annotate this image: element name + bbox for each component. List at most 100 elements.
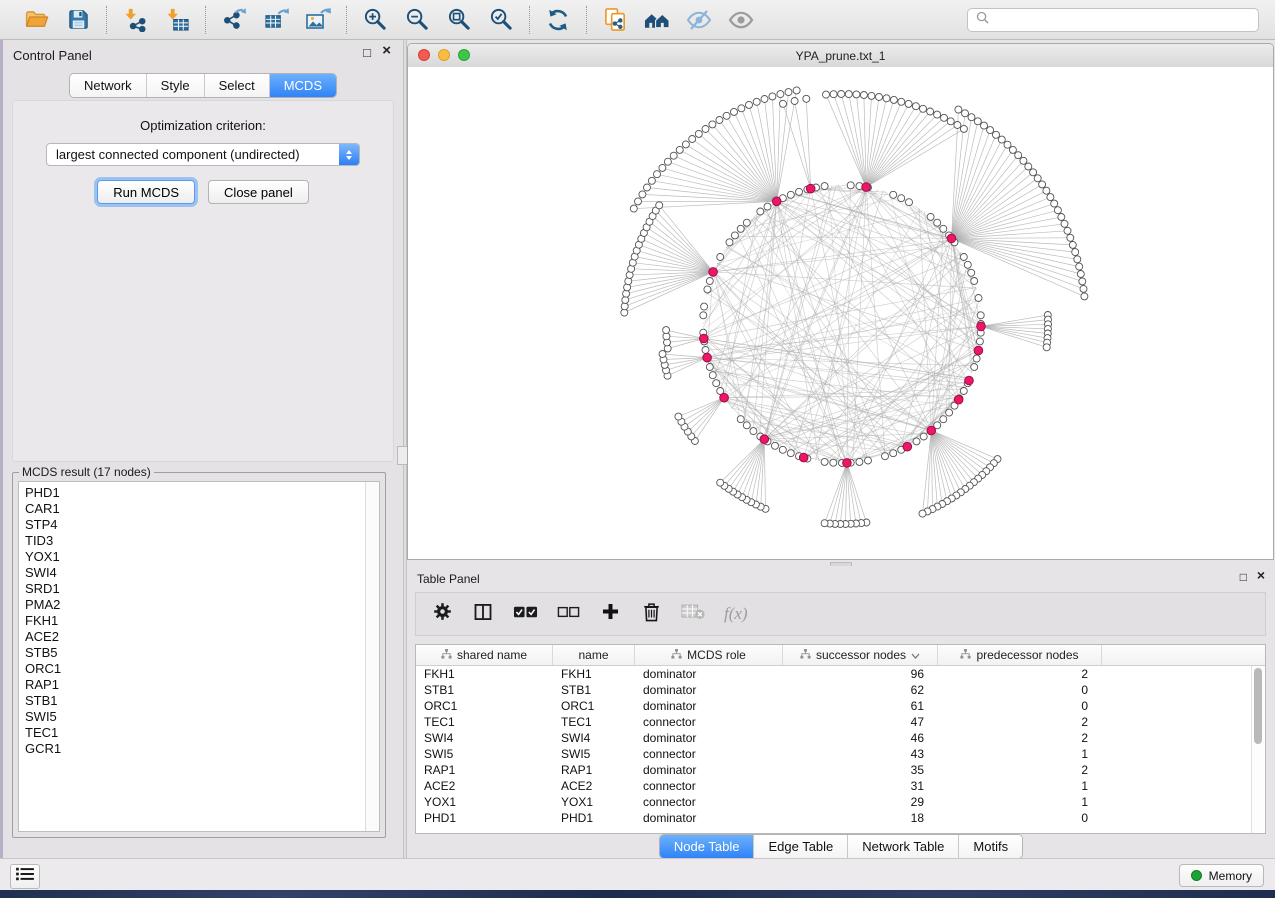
graph-leaf-node[interactable] <box>656 202 663 209</box>
graph-leaf-node[interactable] <box>883 95 890 102</box>
graph-leaf-node[interactable] <box>1074 256 1081 263</box>
graph-leaf-node[interactable] <box>1064 227 1071 234</box>
graph-leaf-node[interactable] <box>731 108 738 115</box>
table-row[interactable]: FKH1FKH1dominator962 <box>416 666 1252 682</box>
graph-leaf-node[interactable] <box>769 93 776 100</box>
graph-leaf-node[interactable] <box>1080 285 1087 292</box>
graph-leaf-node[interactable] <box>934 111 941 118</box>
graph-node[interactable] <box>973 355 980 362</box>
graph-leaf-node[interactable] <box>993 131 1000 138</box>
export-network-button[interactable] <box>217 4 251 36</box>
graph-leaf-node[interactable] <box>962 110 969 117</box>
graph-leaf-node[interactable] <box>1079 278 1086 285</box>
graph-leaf-node[interactable] <box>1081 293 1088 300</box>
graph-mcds-hub-node[interactable] <box>843 459 852 468</box>
graph-leaf-node[interactable] <box>868 92 875 99</box>
graph-leaf-node[interactable] <box>941 114 948 121</box>
graph-leaf-node[interactable] <box>1076 263 1083 270</box>
graph-node[interactable] <box>821 183 828 190</box>
graph-node[interactable] <box>717 254 724 261</box>
graph-leaf-node[interactable] <box>644 184 651 191</box>
graph-node[interactable] <box>890 450 897 457</box>
mcds-result-item[interactable]: PMA2 <box>25 597 365 613</box>
network-graph-svg[interactable] <box>408 67 1273 559</box>
graph-leaf-node[interactable] <box>803 95 810 102</box>
graph-leaf-node[interactable] <box>845 91 852 98</box>
select-all-rows-button[interactable] <box>513 599 538 629</box>
graph-node[interactable] <box>702 347 709 354</box>
tab-network-table[interactable]: Network Table <box>847 835 958 858</box>
graph-leaf-node[interactable] <box>777 91 784 98</box>
import-table-button[interactable] <box>160 4 194 36</box>
graph-leaf-node[interactable] <box>860 92 867 99</box>
graph-leaf-node[interactable] <box>1058 214 1065 221</box>
graph-leaf-node[interactable] <box>830 91 837 98</box>
graph-leaf-node[interactable] <box>630 205 637 212</box>
column-header-MCDS-role[interactable]: MCDS role <box>635 645 783 665</box>
graph-leaf-node[interactable] <box>780 100 787 107</box>
graph-node[interactable] <box>743 219 750 226</box>
graph-node[interactable] <box>796 188 803 195</box>
graph-node[interactable] <box>971 278 978 285</box>
graph-mcds-hub-node[interactable] <box>806 184 815 193</box>
export-image-button[interactable] <box>301 4 335 36</box>
memory-button[interactable]: Memory <box>1179 864 1264 887</box>
mcds-result-item[interactable]: STP4 <box>25 517 365 533</box>
tab-motifs[interactable]: Motifs <box>958 835 1022 858</box>
tab-network[interactable]: Network <box>70 74 146 97</box>
graph-leaf-node[interactable] <box>905 100 912 107</box>
mcds-result-item[interactable]: TID3 <box>25 533 365 549</box>
graph-mcds-hub-node[interactable] <box>799 453 808 462</box>
graph-leaf-node[interactable] <box>1043 344 1050 351</box>
graph-leaf-node[interactable] <box>821 520 828 527</box>
tab-mcds[interactable]: MCDS <box>269 74 336 97</box>
graph-leaf-node[interactable] <box>947 118 954 125</box>
graph-node[interactable] <box>971 364 978 371</box>
graph-leaf-node[interactable] <box>968 114 975 121</box>
graph-node[interactable] <box>787 450 794 457</box>
float-table-panel-icon[interactable]: □ <box>1240 570 1247 584</box>
graph-node[interactable] <box>700 312 707 319</box>
graph-leaf-node[interactable] <box>1034 175 1041 182</box>
table-row[interactable]: PHD1PHD1dominator180 <box>416 810 1252 826</box>
graph-node[interactable] <box>737 225 744 232</box>
graph-node[interactable] <box>977 312 984 319</box>
graph-leaf-node[interactable] <box>876 94 883 101</box>
graph-leaf-node[interactable] <box>1025 163 1032 170</box>
graph-node[interactable] <box>927 213 934 220</box>
graph-leaf-node[interactable] <box>670 152 677 159</box>
close-panel-button[interactable]: Close panel <box>208 180 309 204</box>
close-panel-icon[interactable]: × <box>382 44 391 58</box>
graph-node[interactable] <box>865 457 872 464</box>
search-input[interactable] <box>995 12 1250 28</box>
graph-mcds-hub-node[interactable] <box>862 183 871 192</box>
table-row[interactable]: TEC1TEC1connector472 <box>416 714 1252 730</box>
first-neighbors-button[interactable] <box>640 4 674 36</box>
graph-leaf-node[interactable] <box>981 122 988 129</box>
graph-node[interactable] <box>726 239 733 246</box>
mcds-result-item[interactable]: STB1 <box>25 693 365 709</box>
graph-leaf-node[interactable] <box>709 121 716 128</box>
graph-mcds-hub-node[interactable] <box>720 393 729 402</box>
graph-node[interactable] <box>964 261 971 268</box>
graph-node[interactable] <box>830 459 837 466</box>
tab-edge-table[interactable]: Edge Table <box>753 835 847 858</box>
table-row[interactable]: SWI5SWI5connector431 <box>416 746 1252 762</box>
search-box[interactable] <box>967 8 1259 32</box>
graph-node[interactable] <box>757 208 764 215</box>
graph-leaf-node[interactable] <box>664 158 671 165</box>
show-all-button[interactable] <box>724 4 758 36</box>
graph-node[interactable] <box>821 458 828 465</box>
graph-node[interactable] <box>737 416 744 423</box>
graph-leaf-node[interactable] <box>1009 146 1016 153</box>
graph-node[interactable] <box>779 446 786 453</box>
graph-node[interactable] <box>906 199 913 206</box>
graph-leaf-node[interactable] <box>1069 241 1076 248</box>
graph-leaf-node[interactable] <box>761 96 768 103</box>
graph-node[interactable] <box>787 191 794 198</box>
graph-leaf-node[interactable] <box>695 130 702 137</box>
task-history-button[interactable] <box>10 864 40 889</box>
optimization-criterion-select[interactable]: largest connected component (undirected) <box>46 143 360 166</box>
graph-leaf-node[interactable] <box>689 136 696 143</box>
mcds-result-item[interactable]: GCR1 <box>25 741 365 757</box>
